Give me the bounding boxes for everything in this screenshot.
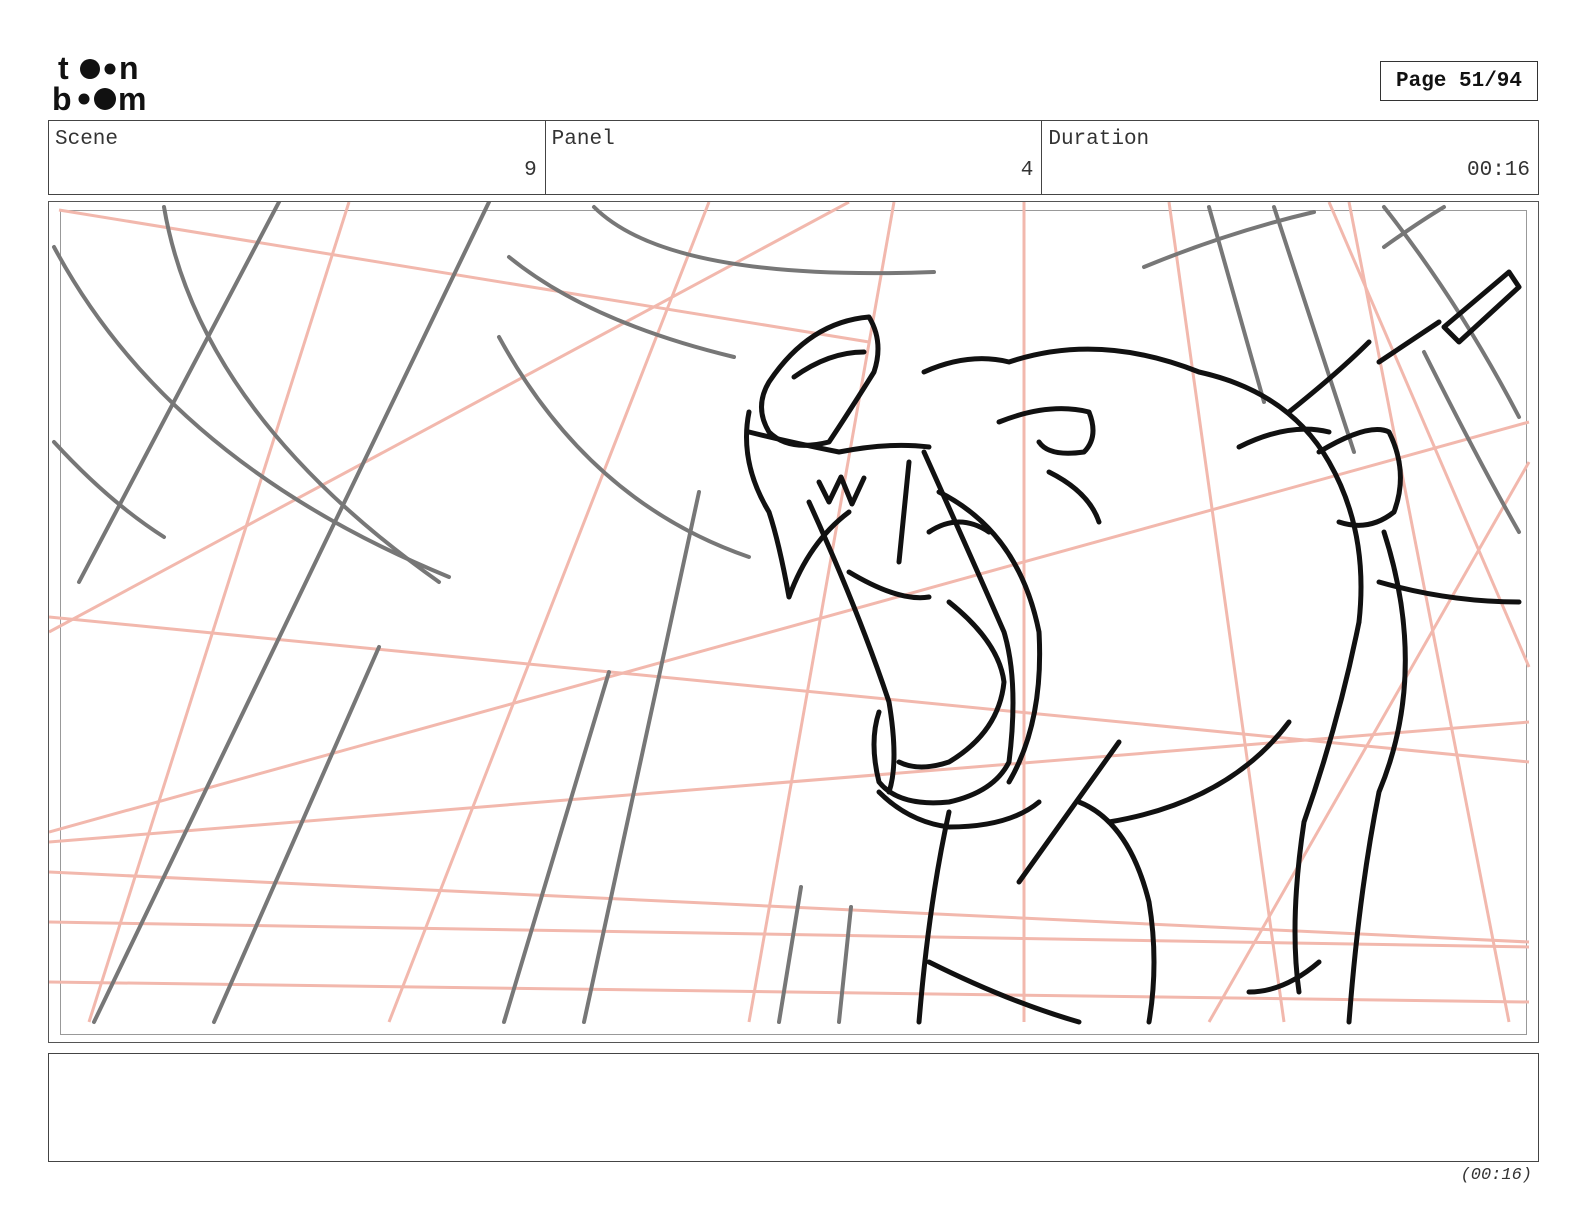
footer-duration: (00:16) [1460, 1166, 1532, 1185]
panel-notes-box [48, 1053, 1539, 1162]
panel-value: 4 [1020, 159, 1034, 182]
svg-text:m: m [118, 81, 146, 114]
duration-label: Duration [1048, 128, 1150, 151]
scene-cell: Scene 9 [49, 121, 546, 194]
panel-label: Panel [551, 128, 615, 151]
page-number: Page 51/94 [1380, 61, 1538, 101]
bear-roar-sketch [49, 202, 1531, 1025]
toonboom-logo: t n b m [52, 50, 146, 114]
scene-label: Scene [55, 128, 119, 151]
svg-text:b: b [52, 81, 72, 114]
storyboard-panel [48, 201, 1539, 1043]
duration-value: 00:16 [1467, 159, 1531, 182]
perspective-guides [49, 202, 1531, 1023]
rough-strokes [52, 202, 1521, 1024]
duration-cell: Duration 00:16 [1042, 121, 1538, 194]
panel-info-row: Scene 9 Panel 4 Duration 00:16 [48, 120, 1539, 195]
panel-cell: Panel 4 [546, 121, 1043, 194]
scene-value: 9 [524, 159, 537, 182]
